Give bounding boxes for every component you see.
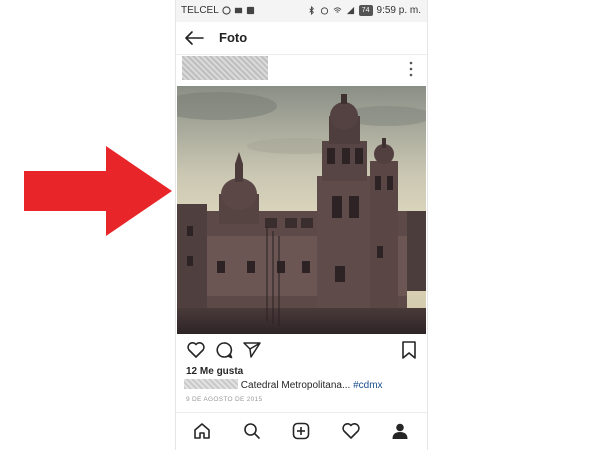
- profile-icon[interactable]: [390, 421, 410, 441]
- phone-screen: TELCEL 74 9:59 p. m. Foto 12 Me gusta Ca…: [175, 0, 428, 450]
- caption-text: Catedral Metropolitana...: [240, 380, 351, 391]
- page-title: Foto: [219, 30, 248, 45]
- blurred-username[interactable]: [182, 56, 268, 80]
- add-post-icon[interactable]: [291, 421, 311, 441]
- whatsapp-icon: [222, 6, 231, 15]
- post-photo[interactable]: [177, 86, 426, 334]
- clock: 9:59 p. m.: [376, 5, 421, 16]
- wifi-icon: [333, 7, 342, 13]
- more-vertical-icon[interactable]: [409, 61, 413, 77]
- mail-icon: [234, 7, 242, 14]
- post-actions: [176, 338, 427, 362]
- likes-count[interactable]: 12 Me gusta: [186, 366, 243, 377]
- signal-icon: [346, 6, 354, 15]
- top-app-bar: Foto: [176, 22, 427, 55]
- search-icon[interactable]: [242, 421, 262, 441]
- heart-icon[interactable]: [186, 340, 206, 360]
- post-header: [176, 54, 427, 86]
- post-date: 9 DE AGOSTO DE 2015: [186, 396, 263, 403]
- caption: Catedral Metropolitana... #cdmx: [184, 379, 383, 391]
- bottom-navigation: [176, 412, 427, 451]
- alarm-icon: [320, 7, 328, 15]
- blurred-caption-username[interactable]: [184, 379, 238, 389]
- comment-icon[interactable]: [214, 340, 234, 360]
- send-icon[interactable]: [242, 340, 262, 360]
- back-arrow-icon[interactable]: [184, 30, 204, 46]
- hashtag-link[interactable]: #cdmx: [353, 380, 382, 391]
- notification-icon: [246, 6, 254, 15]
- battery-icon: 74: [358, 5, 373, 16]
- activity-heart-icon[interactable]: [341, 421, 361, 441]
- bookmark-icon[interactable]: [399, 340, 419, 360]
- bluetooth-icon: [309, 6, 314, 15]
- carrier-label: TELCEL: [181, 5, 219, 16]
- home-icon[interactable]: [192, 421, 212, 441]
- red-arrow-annotation: [24, 146, 172, 236]
- status-bar: TELCEL 74 9:59 p. m.: [176, 0, 427, 22]
